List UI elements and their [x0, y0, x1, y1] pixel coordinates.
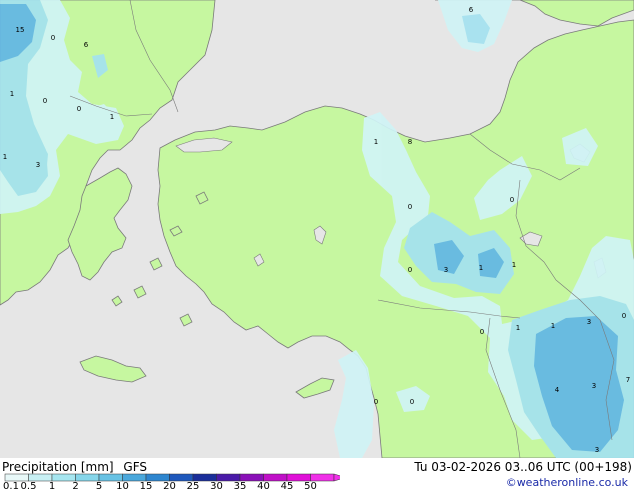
colorbar-swatches — [4, 473, 340, 482]
colorbar-swatch — [98, 473, 123, 482]
colorbar-label: 5 — [95, 481, 103, 492]
colorbar-swatch — [286, 473, 311, 482]
colorbar-label: 0.5 — [20, 481, 37, 492]
colorbar-label: 25 — [186, 481, 200, 492]
colorbar-swatch — [263, 473, 288, 482]
map-label: 6 — [469, 6, 474, 14]
map-label: 0 — [480, 328, 484, 336]
colorbar-label: 20 — [163, 481, 176, 492]
map-label: 3 — [592, 382, 596, 390]
colorbar-arrow — [333, 473, 340, 482]
colorbar-label: 10 — [116, 481, 129, 492]
colorbar-swatch — [169, 473, 194, 482]
site-credit[interactable]: ©weatheronline.co.uk — [506, 476, 628, 489]
colorbar-swatch — [216, 473, 241, 482]
map-label: 0 — [51, 34, 55, 42]
map-label: 1 — [516, 324, 520, 332]
colorbar-swatch — [192, 473, 217, 482]
map-label: 0 — [510, 196, 514, 204]
product-name: Precipitation [mm] — [2, 460, 114, 474]
map-label: 0 — [374, 398, 378, 406]
map-label: 6 — [84, 41, 89, 49]
map-label: 0 — [622, 312, 626, 320]
colorbar-swatch — [310, 473, 335, 482]
map-label: 3 — [444, 266, 448, 274]
map-label: 1 — [479, 264, 483, 272]
map-label: 7 — [626, 376, 630, 384]
map-label: 4 — [555, 386, 560, 394]
map-label: 1 — [374, 138, 378, 146]
colorbar-label: 1 — [48, 481, 56, 492]
colorbar-swatch — [51, 473, 76, 482]
colorbar-swatch — [122, 473, 147, 482]
colorbar-swatch — [75, 473, 100, 482]
colorbar-label: 0.1 — [3, 481, 19, 492]
map-label: 3 — [587, 318, 591, 326]
map-label: 1 — [10, 90, 14, 98]
colorbar-swatch — [28, 473, 53, 482]
map-label: 1 — [3, 153, 7, 161]
map-label: 1 — [110, 113, 114, 121]
map-label: 3 — [36, 161, 40, 169]
colorbar-label: 30 — [210, 481, 223, 492]
map-label: 15 — [16, 26, 25, 34]
colorbar-swatch — [145, 473, 170, 482]
model-name: GFS — [123, 460, 147, 474]
product-title: Precipitation [mm] GFS — [2, 460, 147, 474]
colorbar-label: 2 — [72, 481, 79, 492]
map-label: 0 — [43, 97, 47, 105]
map-label: 0 — [408, 203, 412, 211]
map-label: 0 — [408, 266, 412, 274]
valid-time: Tu 03-02-2026 03..06 UTC (00+198) — [414, 460, 632, 474]
colorbar-swatch — [4, 473, 29, 482]
colorbar-label: 35 — [233, 481, 247, 492]
map-label: 8 — [408, 138, 412, 146]
map-label: 0 — [410, 398, 414, 406]
map-label: 0 — [77, 105, 81, 113]
colorbar-swatch — [239, 473, 264, 482]
colorbar-label: 40 — [257, 481, 270, 492]
map-label: 1 — [551, 322, 555, 330]
precipitation-map: 15 0 6 1 0 0 1 1 3 1 8 6 0 0 0 3 1 1 0 1… — [0, 0, 634, 458]
map-label: 3 — [595, 446, 599, 454]
colorbar-label: 50 — [304, 481, 317, 492]
map-label: 1 — [512, 261, 516, 269]
colorbar-label: 45 — [280, 481, 294, 492]
colorbar-label: 15 — [139, 481, 153, 492]
